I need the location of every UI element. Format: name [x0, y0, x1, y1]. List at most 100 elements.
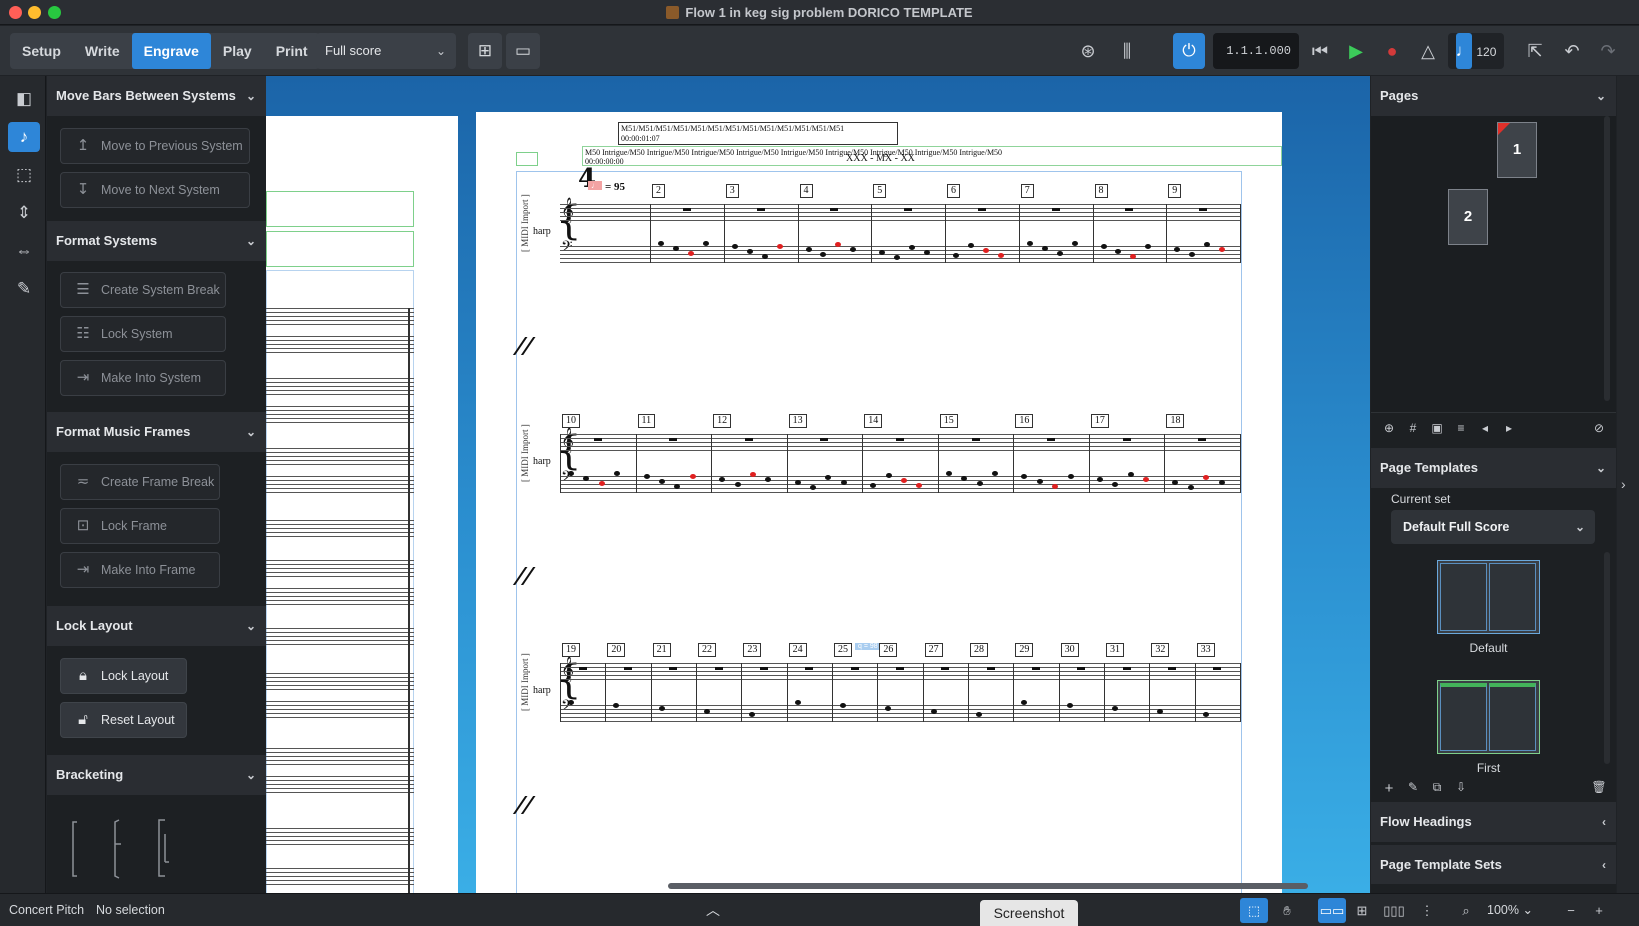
note[interactable]: [687, 251, 694, 256]
tempo-highlight[interactable]: ♩: [588, 181, 602, 190]
whole-rest[interactable]: [977, 208, 986, 211]
whole-rest[interactable]: [669, 667, 678, 670]
whole-rest[interactable]: [1032, 667, 1040, 670]
note[interactable]: [568, 471, 574, 476]
section-lock-layout[interactable]: Lock Layout ⌄: [47, 606, 266, 646]
note[interactable]: [976, 481, 983, 486]
text-frame[interactable]: [266, 191, 414, 227]
create-system-break-button[interactable]: ☰ Create System Break: [60, 272, 226, 308]
system-3[interactable]: [ MIDI Import ] harp { 𝄞 𝄢 q = 98 192021…: [476, 571, 1282, 722]
score-page[interactable]: M51/M51/M51/M51/M51/M51/M51/M51/M51/M51/…: [476, 112, 1282, 893]
move-to-previous-system-button[interactable]: ↥ Move to Previous System: [60, 128, 250, 164]
note[interactable]: [734, 482, 741, 487]
note[interactable]: [1026, 241, 1033, 246]
undo-icon[interactable]: ↶: [1557, 33, 1587, 69]
add-page-icon[interactable]: ⊕: [1379, 421, 1399, 435]
bracket-icon[interactable]: [72, 821, 77, 877]
text-frame[interactable]: [266, 231, 414, 267]
note[interactable]: [930, 709, 937, 714]
selection-tool-icon[interactable]: ⬚: [1240, 898, 1268, 923]
whole-rest[interactable]: [714, 667, 723, 670]
note[interactable]: [794, 700, 801, 705]
page-view-spreads-icon[interactable]: ▭▭: [1318, 898, 1346, 923]
note[interactable]: [885, 473, 892, 478]
music-frame[interactable]: [266, 270, 414, 893]
page-thumbnail-1[interactable]: 1: [1497, 122, 1537, 178]
note[interactable]: [967, 243, 974, 248]
vertical-view-icon[interactable]: ⋮: [1413, 898, 1441, 923]
whole-rest[interactable]: [1213, 667, 1222, 670]
page-number-icon[interactable]: #: [1403, 421, 1423, 435]
whole-rest[interactable]: [756, 208, 765, 211]
whole-rest[interactable]: [1047, 438, 1056, 441]
mixer-icon[interactable]: ⫼: [1112, 33, 1142, 69]
pen-tool-icon[interactable]: ✎: [8, 274, 40, 304]
redo-icon[interactable]: ↷: [1593, 33, 1623, 69]
delete-page-icon[interactable]: ⊘: [1589, 421, 1609, 435]
note[interactable]: [568, 700, 574, 705]
duplicate-template-icon[interactable]: ⧉: [1427, 780, 1447, 795]
add-template-icon[interactable]: +: [1379, 780, 1399, 797]
mode-print[interactable]: Print: [264, 33, 320, 69]
note[interactable]: [1036, 479, 1043, 484]
note[interactable]: [658, 479, 665, 484]
template-first[interactable]: [1437, 680, 1540, 754]
pages-scrollbar[interactable]: [1604, 116, 1610, 401]
current-set-dropdown[interactable]: Default Full Score ⌄: [1391, 510, 1595, 544]
make-into-system-button[interactable]: ⇥ Make Into System: [60, 360, 226, 396]
export-icon[interactable]: ⇱: [1520, 33, 1550, 69]
chevron-right-icon[interactable]: ›: [1621, 476, 1626, 492]
note[interactable]: [976, 712, 982, 717]
whole-rest[interactable]: [624, 667, 632, 670]
whole-rest[interactable]: [760, 667, 768, 670]
note[interactable]: [991, 471, 998, 476]
record-icon[interactable]: ●: [1377, 33, 1407, 69]
whole-rest[interactable]: [820, 438, 829, 441]
section-flow-headings[interactable]: Flow Headings ‹: [1371, 802, 1616, 842]
note[interactable]: [805, 247, 812, 252]
note[interactable]: [1218, 480, 1225, 485]
galley-view-icon[interactable]: ▯▯▯: [1380, 898, 1408, 923]
note[interactable]: [1112, 706, 1118, 711]
score-canvas[interactable]: M51/M51/M51/M51/M51/M51/M51/M51/M51/M51/…: [266, 76, 1370, 893]
whole-rest[interactable]: [1198, 438, 1207, 441]
new-page-icon[interactable]: ⊞: [468, 33, 502, 69]
note[interactable]: [1100, 244, 1107, 249]
section-pages[interactable]: Pages ⌄: [1371, 76, 1616, 116]
zoom-out-icon[interactable]: −: [1557, 898, 1585, 923]
rewind-icon[interactable]: ⏮: [1305, 33, 1335, 69]
system-1[interactable]: 4 ♩ = 95 [ MIDI Import ] harp { 𝄞 𝄢 2345…: [476, 112, 1282, 893]
tempo-highlight-2[interactable]: q = 98: [855, 643, 881, 650]
note[interactable]: [840, 480, 847, 485]
whole-rest[interactable]: [682, 208, 691, 211]
whole-rest[interactable]: [1122, 667, 1131, 670]
zoom-level[interactable]: 100% ⌄: [1487, 894, 1533, 926]
brace-icon[interactable]: [114, 819, 121, 879]
note-tool-icon[interactable]: ♪: [8, 122, 40, 152]
note[interactable]: [689, 474, 696, 479]
note[interactable]: [658, 706, 665, 711]
make-into-frame-button[interactable]: ⇥ Make Into Frame: [60, 552, 220, 588]
whole-rest[interactable]: [904, 208, 913, 211]
section-move-bars[interactable]: Move Bars Between Systems ⌄: [47, 76, 266, 116]
concert-pitch-toggle[interactable]: Concert Pitch: [9, 894, 84, 926]
whole-rest[interactable]: [971, 438, 980, 441]
panel-toggle-icon[interactable]: ◧: [8, 84, 40, 114]
note[interactable]: [746, 249, 753, 254]
video-icon[interactable]: ⊛: [1073, 33, 1103, 69]
note[interactable]: [672, 246, 679, 251]
page-thumbnail-2[interactable]: 2: [1448, 189, 1488, 245]
whole-rest[interactable]: [830, 208, 839, 211]
whole-rest[interactable]: [578, 667, 587, 670]
note[interactable]: [794, 480, 801, 485]
note[interactable]: [1202, 712, 1209, 717]
whole-rest[interactable]: [1077, 667, 1086, 670]
chevron-up-icon[interactable]: ︿: [706, 894, 720, 926]
section-page-templates[interactable]: Page Templates ⌄: [1371, 448, 1616, 488]
note[interactable]: [1066, 703, 1073, 708]
whole-rest[interactable]: [593, 438, 602, 441]
note[interactable]: [982, 248, 989, 253]
note[interactable]: [945, 471, 952, 476]
lock-layout-button[interactable]: 🔒︎ Lock Layout: [60, 658, 187, 694]
lock-frame-button[interactable]: ⊡ Lock Frame: [60, 508, 220, 544]
